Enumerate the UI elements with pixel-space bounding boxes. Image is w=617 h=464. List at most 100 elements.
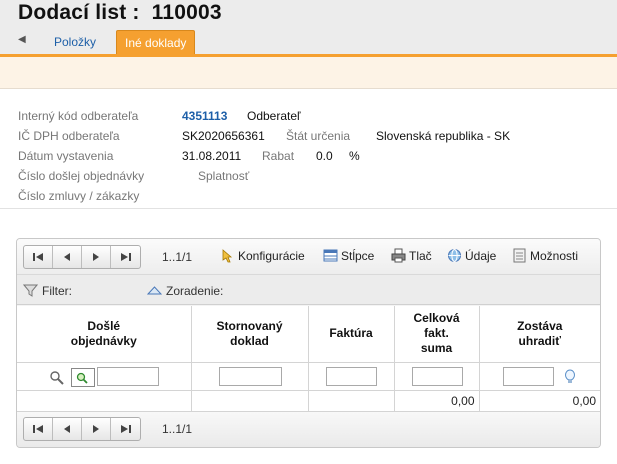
- prev-page-icon[interactable]: [53, 246, 82, 268]
- vat-value: SK2020656361: [182, 129, 265, 143]
- first-page-icon[interactable]: [24, 246, 53, 268]
- pager-bottom: [23, 417, 141, 441]
- grid-table: Došlé objednávky Stornovaný doklad Faktú…: [17, 306, 600, 413]
- column-header-cancelled[interactable]: Stornovaný doklad: [191, 306, 309, 363]
- table-cell: [191, 390, 309, 413]
- column-header-text: suma: [420, 341, 453, 356]
- search-icon[interactable]: [49, 370, 64, 388]
- column-header-text: doklad: [230, 333, 269, 348]
- issue-date-value: 31.08.2011: [182, 149, 242, 163]
- order-number-label: Číslo došlej objednávky: [18, 169, 145, 183]
- info-row-vat: IČ DPH odberateľa SK2020656361 Štát urče…: [18, 126, 608, 146]
- columns-icon: [323, 248, 338, 263]
- data-icon: [447, 248, 462, 263]
- print-icon: [391, 248, 406, 263]
- filter-icon: [22, 283, 39, 298]
- column-header-orders[interactable]: Došlé objednávky: [17, 306, 192, 363]
- pager-top: [23, 245, 141, 269]
- filter-cell-total: [394, 362, 480, 391]
- filter-label: Filter:: [42, 283, 72, 298]
- pager-info: 1..1/1: [162, 422, 193, 436]
- orders-filter-input[interactable]: [97, 366, 159, 386]
- internal-code-link[interactable]: 4351113: [182, 106, 227, 126]
- document-info: Interný kód odberateľa 4351113 Odberateľ…: [18, 106, 608, 206]
- info-row-date: Dátum vystavenia 31.08.2011 Rabat 0.0 %: [18, 146, 608, 166]
- info-row-contract: Číslo zmluvy / zákazky: [18, 186, 608, 206]
- options-label: Možnosti: [530, 248, 579, 263]
- contract-label: Číslo zmluvy / zákazky: [18, 189, 140, 203]
- info-row-order: Číslo došlej objednávky Splatnosť: [18, 166, 608, 186]
- tab-polozky[interactable]: Položky: [46, 30, 104, 54]
- total-sum-cell: 0,00: [394, 390, 480, 413]
- config-button[interactable]: Konfigurácie: [220, 248, 305, 263]
- discount-unit: %: [349, 149, 360, 163]
- total-filter-input[interactable]: [411, 366, 463, 386]
- grid-footer: 1..1/1: [17, 411, 600, 447]
- config-label: Konfigurácie: [238, 248, 305, 263]
- options-button[interactable]: Možnosti: [512, 248, 578, 263]
- column-header-text: objednávky: [70, 333, 137, 348]
- info-row-customer: Interný kód odberateľa 4351113 Odberateľ: [18, 106, 608, 126]
- column-header-text: Celková: [413, 311, 460, 326]
- column-header-text: Faktúra: [329, 326, 373, 341]
- columns-button[interactable]: Stĺpce: [323, 248, 374, 263]
- data-label: Údaje: [465, 248, 497, 263]
- grid-toolbar: 1..1/1 Konfigurácie Stĺpce Tlač Údaje Mo…: [17, 239, 600, 275]
- column-header-remaining[interactable]: Zostáva uhradiť: [479, 306, 600, 363]
- prev-page-icon[interactable]: [53, 418, 82, 440]
- column-header-text: Stornovaný: [216, 318, 283, 333]
- page-header: Dodací list : 110003 ◀ Položky Iné dokla…: [0, 0, 617, 57]
- divider: [0, 208, 617, 209]
- sort-icon: [146, 283, 163, 298]
- filter-cell-invoice: [308, 362, 395, 391]
- columns-label: Stĺpce: [341, 248, 375, 263]
- last-page-icon[interactable]: [111, 246, 140, 268]
- filter-cell-cancelled: [191, 362, 309, 391]
- filter-toggle[interactable]: Filter:: [22, 283, 72, 298]
- totals-row: 0,00 0,00: [17, 390, 600, 413]
- column-header-total[interactable]: Celková fakt. suma: [394, 306, 480, 363]
- first-page-icon[interactable]: [24, 418, 53, 440]
- column-header-text: Zostáva: [517, 318, 563, 333]
- issue-date-label: Dátum vystavenia: [18, 149, 114, 163]
- vat-label: IČ DPH odberateľa: [18, 129, 120, 143]
- table-cell: [17, 390, 192, 413]
- sort-toggle[interactable]: Zoradenie:: [146, 283, 224, 298]
- next-page-icon[interactable]: [82, 246, 111, 268]
- cancelled-filter-input[interactable]: [218, 366, 282, 386]
- options-icon: [512, 248, 527, 263]
- page-title: Dodací list : 110003: [18, 1, 222, 24]
- orders-grid: 1..1/1 Konfigurácie Stĺpce Tlač Údaje Mo…: [16, 238, 601, 448]
- remaining-sum-cell: 0,00: [479, 390, 600, 413]
- bulb-icon[interactable]: [564, 369, 576, 388]
- column-header-text: uhradiť: [518, 333, 561, 348]
- sort-label: Zoradenie:: [166, 283, 224, 298]
- pager-info: 1..1/1: [162, 250, 193, 264]
- tabs-scroll-left-icon[interactable]: ◀: [18, 34, 26, 45]
- filter-cell-remaining: [479, 362, 600, 391]
- filter-row: [17, 362, 600, 391]
- column-header-text: fakt.: [424, 326, 449, 341]
- remaining-filter-input[interactable]: [502, 366, 554, 386]
- clear-filter-icon[interactable]: [71, 367, 95, 387]
- next-page-icon[interactable]: [82, 418, 111, 440]
- discount-label: Rabat: [262, 149, 295, 163]
- invoice-filter-input[interactable]: [325, 366, 377, 386]
- data-button[interactable]: Údaje: [447, 248, 496, 263]
- print-button[interactable]: Tlač: [391, 248, 432, 263]
- internal-code-label: Interný kód odberateľa: [18, 109, 139, 123]
- column-header-text: Došlé: [87, 318, 121, 333]
- due-label: Splatnosť: [198, 169, 250, 183]
- filter-bar: Filter: Zoradenie:: [17, 275, 600, 305]
- column-header-invoice[interactable]: Faktúra: [308, 306, 395, 363]
- tab-ine-doklady[interactable]: Iné doklady: [116, 30, 196, 54]
- toolbar-strip: [0, 57, 617, 89]
- customer-label: Odberateľ: [247, 109, 301, 123]
- print-label: Tlač: [409, 248, 432, 263]
- header-row: Došlé objednávky Stornovaný doklad Faktú…: [17, 306, 600, 363]
- config-icon: [220, 248, 235, 263]
- table-cell: [308, 390, 395, 413]
- filter-cell-orders: [17, 362, 192, 391]
- last-page-icon[interactable]: [111, 418, 140, 440]
- discount-value: 0.0: [316, 149, 333, 163]
